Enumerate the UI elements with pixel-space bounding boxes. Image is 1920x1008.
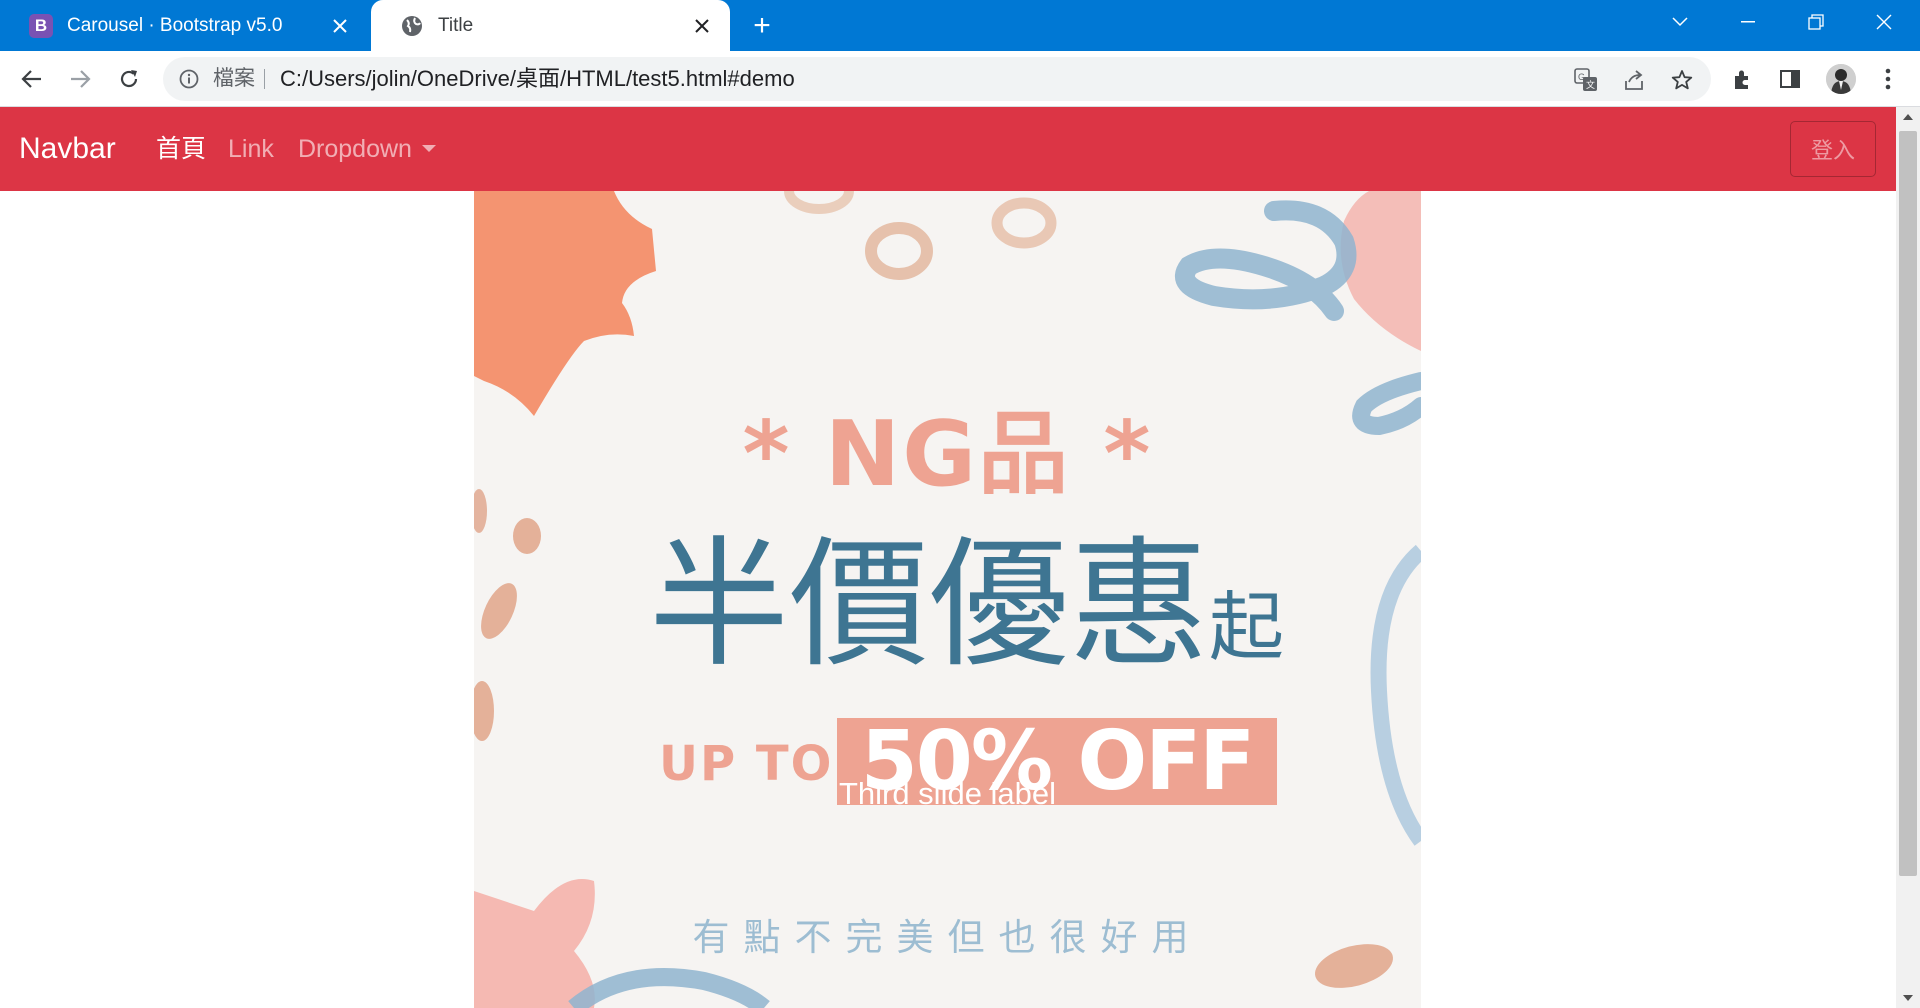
tab-search-chevron-icon[interactable]	[1646, 0, 1714, 44]
scrollbar-thumb[interactable]	[1899, 131, 1917, 876]
nav-dropdown-toggle[interactable]: Dropdown	[298, 107, 436, 191]
forward-arrow-icon[interactable]	[64, 63, 96, 95]
slide-tagline: 有點不完美但也很好用	[692, 916, 1203, 959]
address-url[interactable]: C:/Users/jolin/OneDrive/桌面/HTML/test5.ht…	[280, 57, 795, 101]
page-content: * NG品 * 半價優惠起 UP TO 50% OFF 有點不完美但也很好用	[0, 191, 1896, 1008]
address-scheme-label: 檔案	[213, 67, 255, 90]
share-icon[interactable]	[1621, 67, 1647, 93]
scroll-down-arrow-icon[interactable]	[1896, 988, 1920, 1008]
browser-tab-carousel[interactable]: B Carousel · Bootstrap v5.0	[0, 0, 368, 51]
nav-link-home[interactable]: 首頁	[156, 107, 206, 191]
close-window-icon[interactable]	[1850, 0, 1918, 44]
nav-link-link[interactable]: Link	[228, 107, 274, 191]
browser-tab-title[interactable]: Title	[371, 0, 730, 51]
globe-icon	[400, 14, 424, 38]
slide-title: 半價優惠起	[649, 536, 1284, 676]
address-bar[interactable]: 檔案 C:/Users/jolin/OneDrive/桌面/HTML/test5…	[163, 57, 1711, 101]
page-scrollbar[interactable]	[1896, 107, 1920, 1008]
more-menu-icon[interactable]	[1874, 65, 1902, 93]
browser-toolbar: 檔案 C:/Users/jolin/OneDrive/桌面/HTML/test5…	[0, 51, 1920, 107]
extensions-icon[interactable]	[1728, 65, 1756, 93]
carousel-slide-image: * NG品 * 半價優惠起 UP TO 50% OFF 有點不完美但也很好用	[474, 191, 1421, 1008]
tab-title: Title	[438, 14, 474, 36]
slide-title-main: 半價優惠	[649, 524, 1210, 687]
reload-icon[interactable]	[113, 63, 145, 95]
translate-icon[interactable]: G文	[1573, 67, 1599, 93]
tab-title: Carousel · Bootstrap v5.0	[67, 14, 283, 36]
svg-text:文: 文	[1586, 79, 1595, 91]
slide-title-suffix: 起	[1209, 583, 1285, 671]
slide-headline: * NG品 *	[742, 402, 1153, 507]
back-arrow-icon[interactable]	[16, 63, 48, 95]
carousel-caption: Third slide label	[838, 776, 1057, 811]
side-panel-icon[interactable]	[1776, 65, 1804, 93]
login-button[interactable]: 登入	[1790, 121, 1876, 177]
profile-avatar[interactable]	[1826, 64, 1856, 94]
caret-down-icon	[421, 144, 436, 152]
close-tab-icon[interactable]	[326, 12, 354, 40]
minimize-icon[interactable]	[1714, 0, 1782, 44]
bootstrap-favicon-icon: B	[29, 13, 53, 38]
svg-text:G: G	[1578, 72, 1585, 82]
nav-dropdown-label: Dropdown	[298, 135, 412, 163]
site-navbar: Navbar 首頁 Link Dropdown 登入	[0, 107, 1896, 191]
address-separator	[264, 69, 265, 89]
navbar-brand[interactable]: Navbar	[19, 107, 116, 191]
restore-icon[interactable]	[1782, 0, 1850, 44]
scroll-up-arrow-icon[interactable]	[1896, 107, 1920, 127]
browser-tab-strip: B Carousel · Bootstrap v5.0 Title +	[0, 0, 1920, 51]
info-icon[interactable]	[177, 67, 201, 91]
new-tab-plus-icon[interactable]: +	[746, 9, 778, 42]
close-tab-icon[interactable]	[688, 12, 716, 40]
star-icon[interactable]	[1669, 67, 1695, 93]
